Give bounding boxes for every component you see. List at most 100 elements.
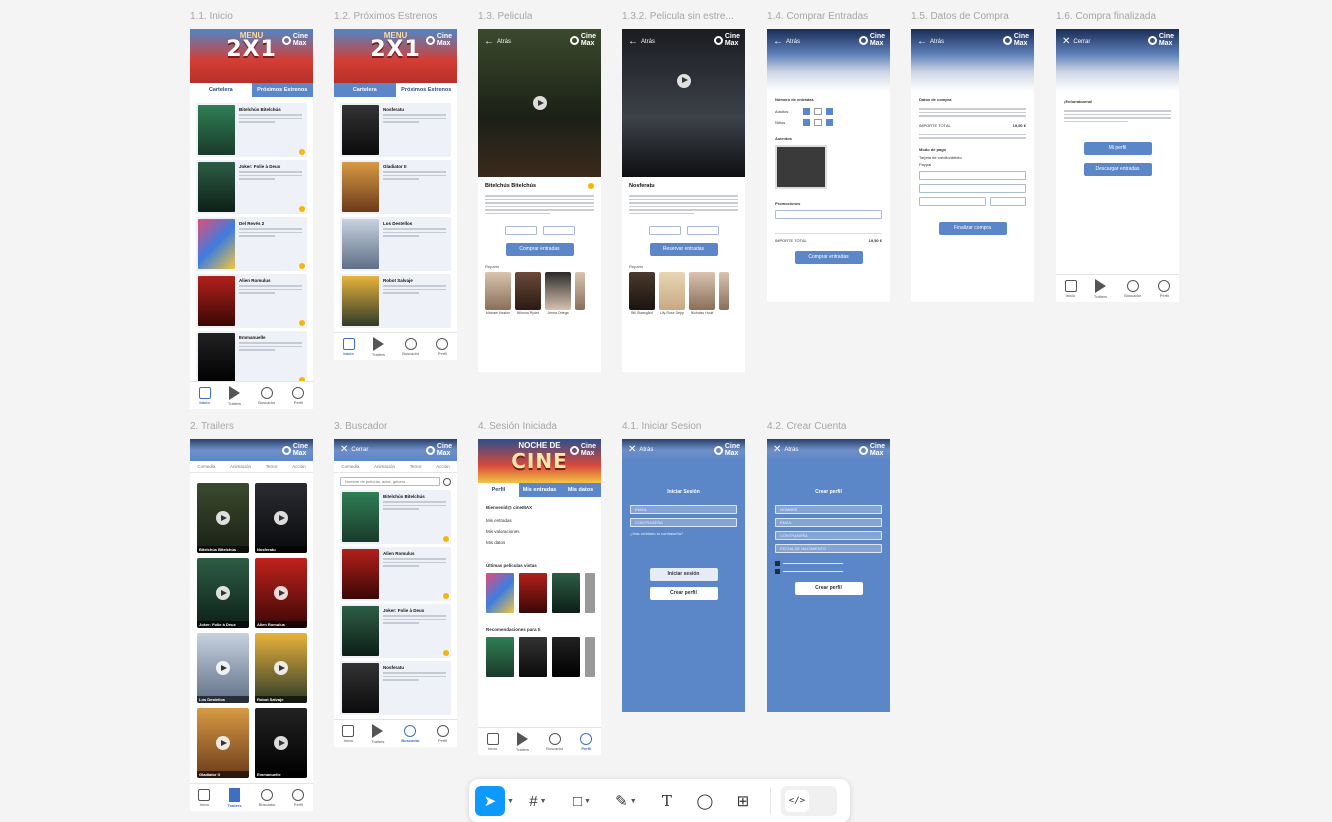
close-button[interactable]: ✕ Cerrar: [1062, 36, 1090, 47]
play-icon[interactable]: [274, 586, 288, 600]
reserve-tickets-button[interactable]: Reservar entradas: [649, 243, 718, 256]
filter-chip[interactable]: Animación: [230, 464, 251, 469]
frame-pelicula[interactable]: ← Atrás Cine Max Bitelchús Bitelchús Compr…: [478, 29, 601, 372]
trailer-tile[interactable]: Emmanuelle: [255, 708, 307, 778]
nav-perfil[interactable]: Perfil: [580, 732, 593, 751]
birthdate-field[interactable]: FECHA DE NACIMIENTO: [775, 544, 882, 553]
movie-card[interactable]: Robot Salvaje: [340, 274, 451, 328]
frame-sesion[interactable]: NOCHE DE CINE Cine Max Perfil Mis entrada…: [478, 439, 601, 755]
movie-card[interactable]: Del Revés 2: [196, 217, 307, 271]
back-button[interactable]: ← Atrás: [773, 36, 800, 47]
play-icon[interactable]: [216, 736, 230, 750]
movie-card[interactable]: Bitelchús Bitelchús: [196, 103, 307, 157]
nav-buscador[interactable]: Buscador: [258, 386, 275, 405]
nav-trailers[interactable]: Trailers: [371, 723, 384, 744]
back-button[interactable]: ← Atrás: [484, 36, 511, 47]
frame-pelicula-sin-estreno[interactable]: ← Atrás Cine Max Nosferatu Reservar entrad…: [622, 29, 745, 372]
poster-image[interactable]: [486, 573, 514, 613]
time-select[interactable]: [686, 226, 719, 235]
play-icon[interactable]: [532, 96, 547, 110]
card-holder-field[interactable]: [919, 170, 1026, 180]
trailer-hero[interactable]: ← Atrás Cine Max: [478, 29, 601, 177]
frame-label-pelicula-sin-estreno[interactable]: 1.3.2. Pelicula sin estre...: [622, 11, 744, 22]
close-button[interactable]: ✕ Atrás: [628, 444, 653, 455]
frame-label-buscador[interactable]: 3. Buscador: [334, 421, 387, 432]
back-button[interactable]: ← Atrás: [917, 36, 944, 47]
nav-perfil[interactable]: Perfil: [436, 724, 449, 743]
menu-item[interactable]: Mis entradas: [486, 518, 593, 523]
create-profile-button[interactable]: Crear perfil: [794, 582, 863, 595]
tab-mis-entradas[interactable]: Mis entradas: [519, 483, 560, 497]
menu-item[interactable]: Mis datos: [486, 540, 593, 545]
frame-label-finalizada[interactable]: 1.6. Compra finalizada: [1056, 11, 1156, 22]
move-tool[interactable]: ➤ ▼: [475, 786, 514, 816]
login-button[interactable]: Iniciar sesión: [649, 568, 718, 581]
trailer-hero[interactable]: ← Atrás Cine Max: [622, 29, 745, 177]
poster-image[interactable]: [585, 573, 595, 613]
nav-trailers[interactable]: Trailers: [372, 336, 385, 357]
pen-tool[interactable]: ✎ ▼: [606, 786, 646, 816]
chevron-down-icon[interactable]: ▼: [507, 798, 514, 805]
search-input[interactable]: [340, 477, 440, 486]
nav-inicio[interactable]: Inicio: [342, 724, 355, 743]
frame-label-proximos[interactable]: 1.2. Próximos Estrenos: [334, 11, 437, 22]
nav-buscador[interactable]: Buscador: [402, 337, 419, 356]
frame-label-comprar[interactable]: 1.4. Comprar Entradas: [767, 11, 868, 22]
poster-image[interactable]: [552, 637, 580, 677]
poster-image[interactable]: [486, 637, 514, 677]
movie-card[interactable]: Joker: Folie à Deux: [196, 160, 307, 214]
tab-mis-datos[interactable]: Mis datos: [560, 483, 601, 497]
plus-icon[interactable]: [826, 108, 833, 115]
time-select[interactable]: [542, 226, 575, 235]
plus-icon[interactable]: [826, 119, 833, 126]
filter-chip[interactable]: Terror: [266, 464, 278, 469]
forgot-password-link[interactable]: ¿Has olvidado tu contraseña?: [630, 531, 737, 536]
finalizar-button[interactable]: Finalizar compra: [938, 221, 1007, 235]
filter-chip[interactable]: Acción: [436, 464, 450, 469]
tab-cartelera[interactable]: Cartelera: [334, 83, 396, 97]
nav-buscador[interactable]: Buscador: [1124, 279, 1141, 298]
buy-tickets-button[interactable]: Comprar entradas: [794, 251, 863, 264]
frame-datos[interactable]: ← Atrás Cine Max Datos de compra IMPORTE T…: [911, 29, 1034, 302]
nav-inicio[interactable]: Inicio: [342, 337, 355, 356]
cvv-field[interactable]: [989, 196, 1026, 206]
trailer-tile[interactable]: Los Destellos: [197, 633, 249, 703]
email-field[interactable]: EMAIL: [775, 518, 882, 527]
poster-image[interactable]: [552, 573, 580, 613]
frame-proximos[interactable]: MENU 2X1 Cine Max Cartelera Próximos Estr…: [334, 29, 457, 360]
movie-card[interactable]: Nosferatu: [340, 661, 451, 715]
play-icon[interactable]: [274, 511, 288, 525]
expiry-field[interactable]: [919, 196, 986, 206]
frame-label-inicio[interactable]: 1.1. Inicio: [190, 11, 233, 22]
quantity-adultos[interactable]: [814, 108, 822, 115]
trailer-tile[interactable]: Nosferatu: [255, 483, 307, 553]
play-icon[interactable]: [216, 586, 230, 600]
checkbox[interactable]: [775, 561, 780, 566]
password-field[interactable]: CONTRASEÑA: [630, 518, 737, 527]
trailer-tile[interactable]: Bitelchús Bitelchús: [197, 483, 249, 553]
play-icon[interactable]: [216, 511, 230, 525]
nav-perfil[interactable]: Perfil: [436, 337, 449, 356]
trailer-tile[interactable]: Robot Salvaje: [255, 633, 307, 703]
nav-perfil[interactable]: Perfil: [1158, 279, 1171, 298]
play-icon[interactable]: [676, 73, 691, 88]
movie-card[interactable]: Emmanuelle: [196, 331, 307, 385]
star-icon[interactable]: [588, 183, 594, 189]
frame-buscador[interactable]: ✕ Cerrar Cine Max Comedia Animación Terror…: [334, 439, 457, 747]
nav-inicio[interactable]: Inicio: [198, 386, 211, 405]
email-field[interactable]: EMAIL: [630, 505, 737, 514]
seat-map[interactable]: [775, 145, 827, 189]
create-profile-button[interactable]: Crear perfil: [649, 587, 718, 600]
date-select[interactable]: [648, 226, 681, 235]
play-icon[interactable]: [216, 661, 230, 675]
date-select[interactable]: [504, 226, 537, 235]
buy-tickets-button[interactable]: Comprar entradas: [505, 243, 574, 256]
movie-card[interactable]: Gladiator II: [340, 160, 451, 214]
close-button[interactable]: ✕ Atrás: [773, 444, 798, 455]
frame-tool[interactable]: # ▼: [518, 786, 558, 816]
filter-chip[interactable]: Acción: [292, 464, 306, 469]
menu-item[interactable]: Mis valoraciones: [486, 529, 593, 534]
text-tool[interactable]: T: [650, 786, 684, 816]
mi-perfil-button[interactable]: Mi perfil: [1083, 142, 1152, 155]
trailer-tile[interactable]: Alien Romulus: [255, 558, 307, 628]
